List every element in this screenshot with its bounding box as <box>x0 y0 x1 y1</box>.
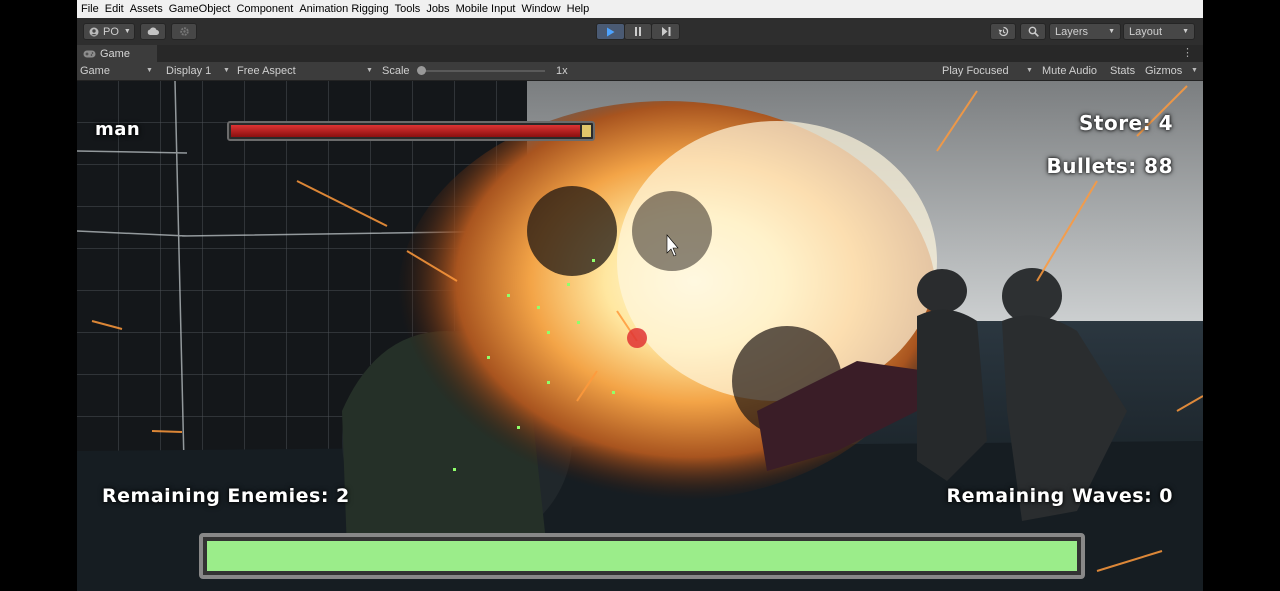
display-label: Display 1 <box>166 65 212 77</box>
chevron-down-icon: ▼ <box>1108 28 1115 35</box>
unity-editor: File Edit Assets GameObject Component An… <box>77 0 1203 591</box>
display-dropdown[interactable]: Display 1 <box>166 62 231 80</box>
gizmos-toggle[interactable]: Gizmos <box>1145 62 1182 80</box>
layers-label: Layers <box>1055 25 1089 38</box>
game-scene <box>77 81 1203 591</box>
menu-gameobject[interactable]: GameObject <box>166 3 234 15</box>
gamepad-icon <box>83 50 96 57</box>
search-icon <box>1028 26 1039 37</box>
play-focused-dropdown[interactable]: Play Focused <box>942 62 1034 80</box>
step-button[interactable] <box>651 23 680 40</box>
more-options-icon[interactable]: ⋮ <box>1182 46 1193 59</box>
view-mode-label: Game <box>80 65 110 77</box>
scale-label: Scale <box>382 65 410 77</box>
pause-button[interactable] <box>624 23 652 40</box>
wave-progress-fill <box>207 541 1077 571</box>
account-icon <box>89 27 99 36</box>
play-focused-label: Play Focused <box>942 65 1009 77</box>
scale-slider-track[interactable] <box>420 70 545 72</box>
scale-slider-handle[interactable] <box>417 66 426 75</box>
chevron-down-icon: ▼ <box>146 67 153 74</box>
play-icon <box>607 27 615 36</box>
remaining-enemies-text: Remaining Enemies: 2 <box>102 485 350 507</box>
letterbox-right <box>1203 0 1280 591</box>
menu-mobile-input[interactable]: Mobile Input <box>453 3 519 15</box>
score-text: Store: 4 <box>1078 111 1173 135</box>
menu-bar: File Edit Assets GameObject Component An… <box>77 0 1203 18</box>
chevron-down-icon: ▼ <box>1182 28 1189 35</box>
layout-dropdown[interactable]: Layout ▼ <box>1123 23 1195 40</box>
undo-history-button[interactable] <box>990 23 1016 40</box>
search-button[interactable] <box>1020 23 1046 40</box>
menu-component[interactable]: Component <box>233 3 296 15</box>
tab-game[interactable]: Game <box>77 45 157 62</box>
player-name: man <box>95 119 141 140</box>
chevron-down-icon: ▼ <box>223 67 230 74</box>
letterbox-left <box>0 0 77 591</box>
layers-dropdown[interactable]: Layers ▼ <box>1049 23 1121 40</box>
menu-animation-rigging[interactable]: Animation Rigging <box>296 3 391 15</box>
window-tab-bar: Game ⋮ <box>77 45 1203 63</box>
mute-audio-toggle[interactable]: Mute Audio <box>1042 62 1097 80</box>
wave-progress-bar <box>199 533 1085 579</box>
menu-edit[interactable]: Edit <box>102 3 127 15</box>
toolbar: PO ▼ Layers ▼ Layout ▼ <box>77 18 1203 45</box>
scale-value: 1x <box>556 65 568 77</box>
chevron-down-icon: ▼ <box>366 67 373 74</box>
account-label: PO <box>103 25 119 38</box>
menu-jobs[interactable]: Jobs <box>423 3 452 15</box>
player-health-bar <box>227 121 595 141</box>
aspect-label: Free Aspect <box>237 65 296 77</box>
bullets-text: Bullets: 88 <box>1046 154 1173 178</box>
gear-icon <box>179 27 189 36</box>
history-icon <box>998 26 1008 37</box>
chevron-down-icon: ▼ <box>123 28 131 35</box>
chevron-down-icon: ▼ <box>1026 67 1033 74</box>
stats-toggle[interactable]: Stats <box>1110 62 1135 80</box>
chevron-down-icon: ▼ <box>1191 67 1198 74</box>
game-viewport[interactable]: man Store: 4 Bullets: 88 Remaining Enemi… <box>77 81 1203 591</box>
account-dropdown[interactable]: PO ▼ <box>83 23 135 40</box>
play-button[interactable] <box>596 23 625 40</box>
menu-assets[interactable]: Assets <box>127 3 166 15</box>
pause-icon <box>635 27 641 36</box>
view-mode-dropdown[interactable]: Game <box>80 62 155 80</box>
menu-file[interactable]: File <box>77 3 102 15</box>
layout-label: Layout <box>1129 25 1163 38</box>
cloud-icon <box>147 27 159 35</box>
aspect-dropdown[interactable]: Free Aspect <box>237 62 375 80</box>
menu-tools[interactable]: Tools <box>392 3 424 15</box>
services-button[interactable] <box>171 23 197 40</box>
tab-game-label: Game <box>100 47 130 60</box>
step-icon <box>661 27 670 36</box>
menu-window[interactable]: Window <box>519 3 564 15</box>
game-view-toolbar: Game ▼ Display 1 ▼ Free Aspect ▼ Scale 1… <box>77 62 1203 81</box>
menu-help[interactable]: Help <box>564 3 593 15</box>
cloud-button[interactable] <box>140 23 166 40</box>
remaining-waves-text: Remaining Waves: 0 <box>946 485 1173 507</box>
player-health-cap <box>582 125 591 137</box>
player-health-fill <box>231 125 581 137</box>
